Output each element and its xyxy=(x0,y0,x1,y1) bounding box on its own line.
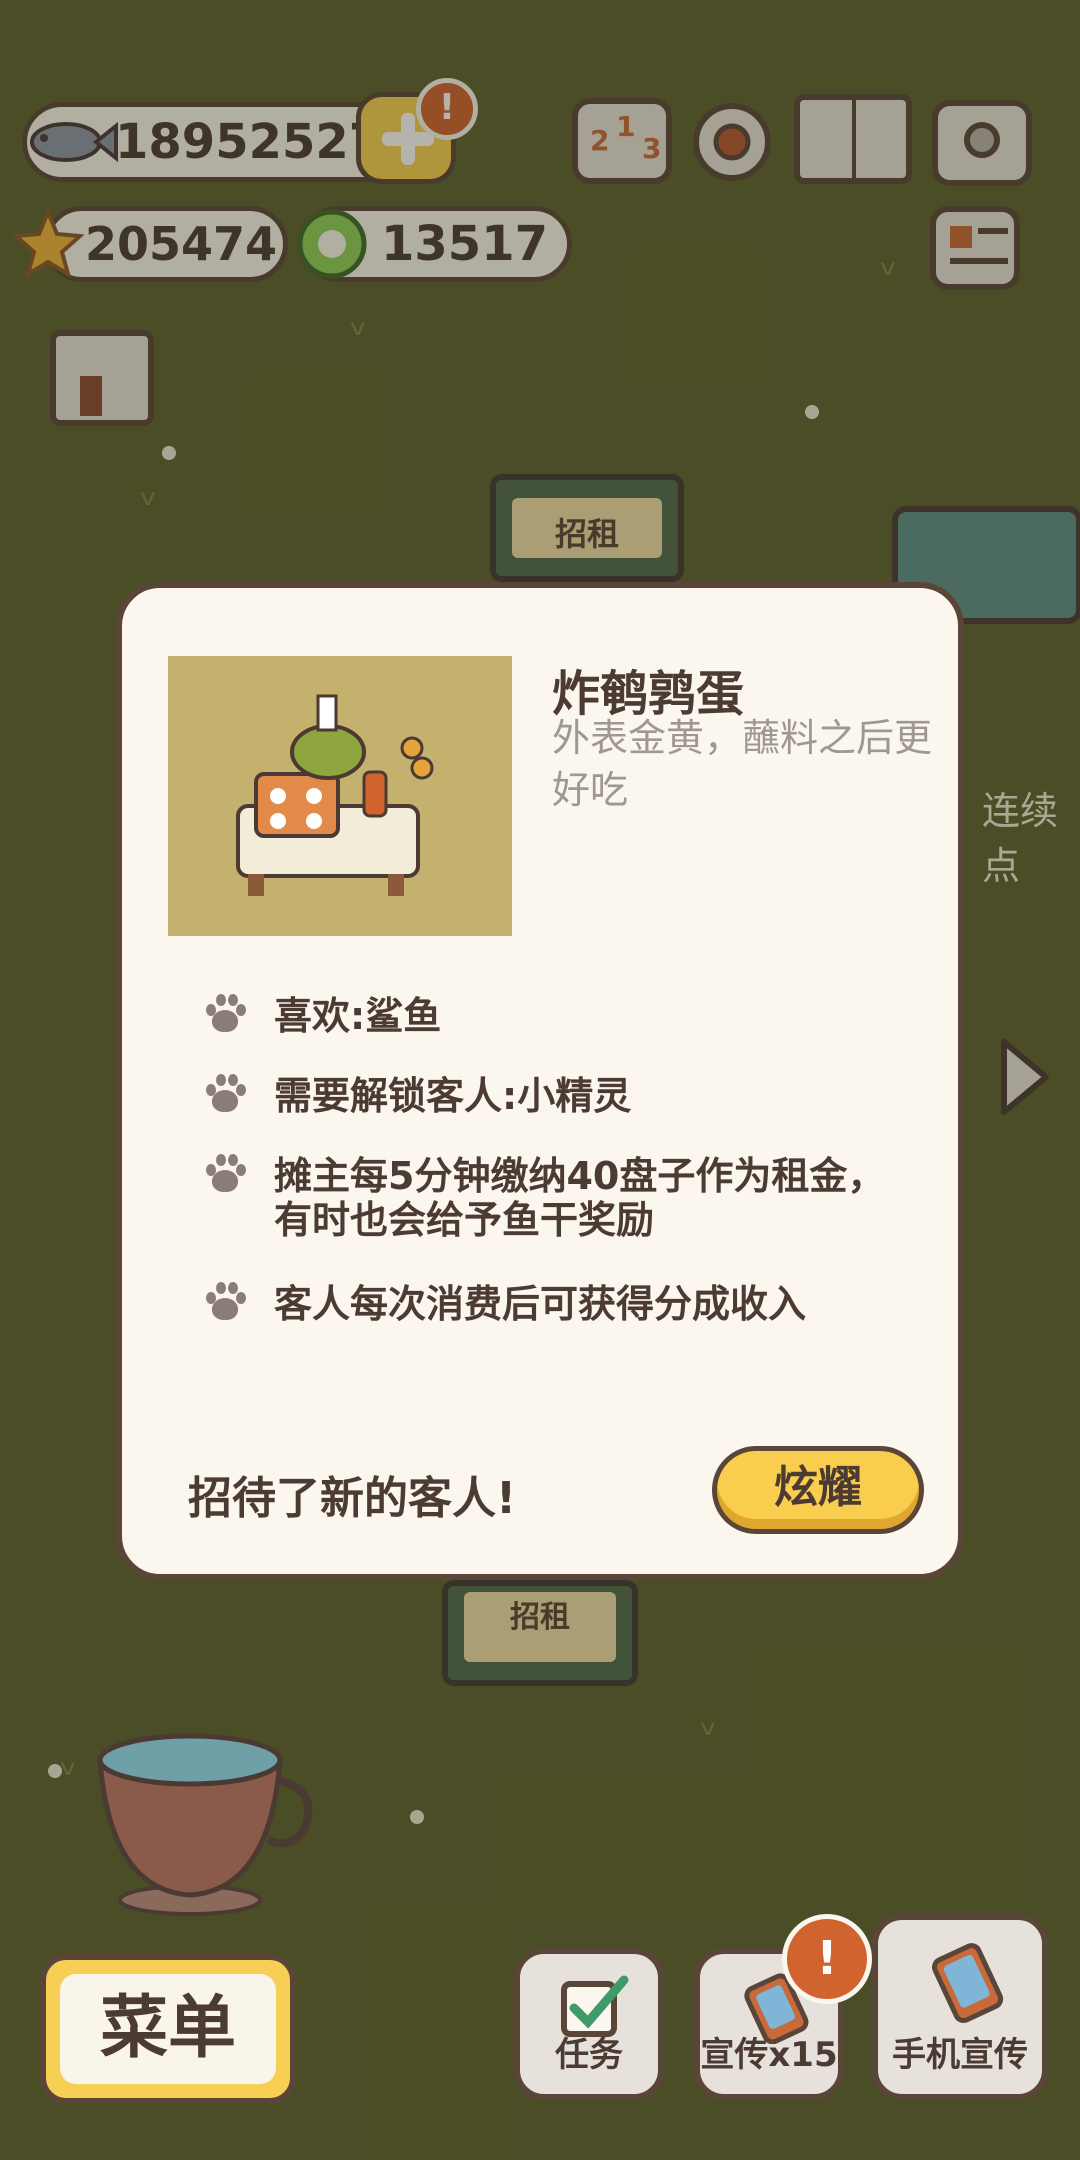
info-income: 客人每次消费后可获得分成收入 xyxy=(274,1282,807,1326)
phone-promotion-label: 手机宣传 xyxy=(892,2035,1028,2075)
info-row: 客人每次消费后可获得分成收入 xyxy=(202,1282,806,1326)
stall-info-modal: 炸鹌鹑蛋 外表金黄，蘸料之后更好吃 喜欢:鲨鱼 需要解锁客人:小精灵 摊主每5分… xyxy=(116,582,964,1580)
stall-description: 外表金黄，蘸料之后更好吃 xyxy=(552,716,933,812)
info-rent: 摊主每5分钟缴纳40盘子作为租金， 有时也会给予鱼干奖励 xyxy=(274,1154,886,1242)
menu-button[interactable]: 菜单 xyxy=(40,1954,296,2104)
stall-image xyxy=(168,656,512,936)
info-row: 需要解锁客人:小精灵 xyxy=(202,1074,631,1118)
promotion-label: 宣传x15 xyxy=(700,2035,838,2075)
tasks-button[interactable]: 任务 xyxy=(514,1948,664,2100)
phone-promotion-button[interactable]: 手机宣传 xyxy=(872,1914,1048,2100)
paw-icon xyxy=(202,1074,246,1116)
promotion-alert-badge: ! xyxy=(782,1914,872,2004)
info-unlock: 需要解锁客人:小精灵 xyxy=(274,1074,632,1118)
show-off-button[interactable]: 炫耀 xyxy=(712,1446,924,1534)
paw-icon xyxy=(202,994,246,1036)
phone-icon xyxy=(932,1943,1004,2024)
new-customer-text: 招待了新的客人! xyxy=(188,1473,517,1524)
paw-icon xyxy=(202,1154,246,1196)
dinosaur-stall-illustration xyxy=(236,694,434,896)
info-likes: 喜欢:鲨鱼 xyxy=(274,994,442,1038)
paw-icon xyxy=(202,1282,246,1324)
menu-label: 菜单 xyxy=(60,1974,276,2084)
teacup-decoration xyxy=(97,1733,313,1916)
info-row: 摊主每5分钟缴纳40盘子作为租金， 有时也会给予鱼干奖励 xyxy=(202,1154,885,1242)
info-row: 喜欢:鲨鱼 xyxy=(202,994,441,1038)
tasks-label: 任务 xyxy=(555,2035,623,2075)
